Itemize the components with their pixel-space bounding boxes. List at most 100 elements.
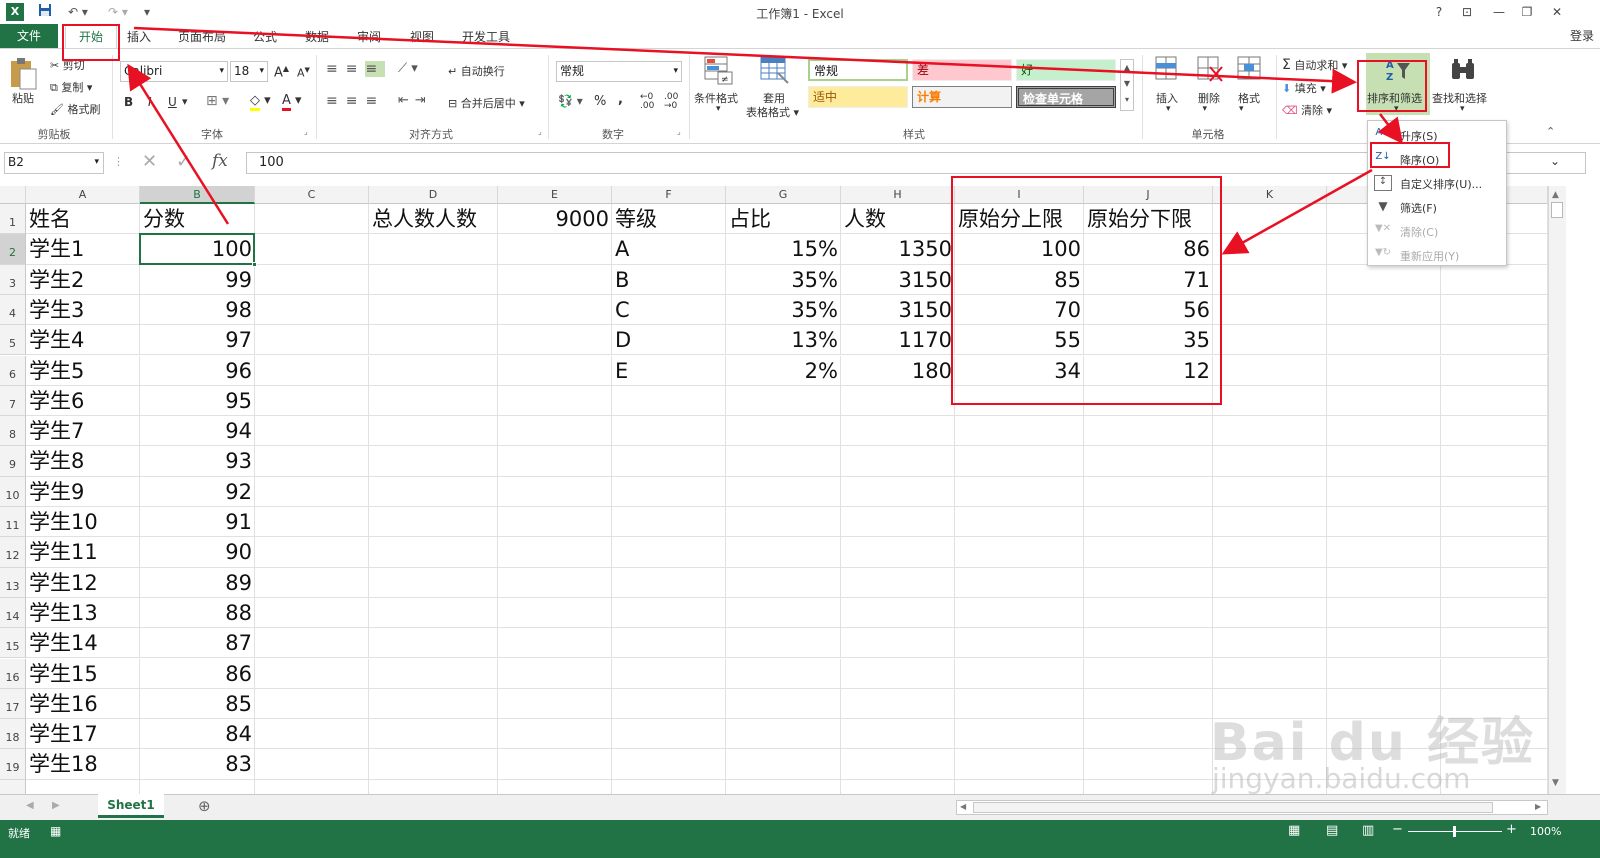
grid-cell[interactable] [612,446,726,477]
tab-file[interactable]: 文件 [0,24,58,48]
grid-cell[interactable] [498,476,612,507]
row-header[interactable]: 10 [0,476,26,507]
restore-icon[interactable]: ❐ [1516,3,1538,21]
grid-cell[interactable] [955,476,1084,507]
cell-student-name[interactable]: 学生4 [26,325,140,355]
row-header[interactable]: 7 [0,385,26,417]
cell-student-score[interactable]: 93 [140,446,255,476]
row-header[interactable]: 9 [0,446,26,477]
comma-button[interactable]: , [618,92,623,107]
grid-cell[interactable] [1213,446,1327,477]
cell-student-score[interactable]: 86 [140,659,255,689]
grid-cell[interactable] [612,719,726,750]
decrease-decimal-icon[interactable]: .00 →0 [664,93,678,111]
grid-cell[interactable] [612,537,726,568]
grid-cell[interactable] [1441,294,1548,326]
grid-cell[interactable] [1441,325,1548,356]
scroll-down-icon[interactable]: ▼ [1552,778,1559,788]
grid-cell[interactable] [498,567,612,598]
font-size-select[interactable]: 18 ▾ [230,61,268,82]
percent-button[interactable]: % [594,94,606,109]
grid-cell[interactable] [498,749,612,780]
cell-student-score[interactable]: 95 [140,386,255,416]
grid-cell[interactable] [1213,264,1327,295]
grid-cell[interactable] [369,476,498,507]
zoom-in-icon[interactable]: + [1506,822,1517,837]
grid-cell[interactable] [1084,749,1213,780]
indent-icons[interactable]: ⇤⇥ [398,93,432,108]
grid-cell[interactable] [612,567,726,598]
grid-cell[interactable] [1441,264,1548,295]
cell-ratio[interactable]: 13% [726,325,841,355]
grid-cell[interactable] [612,385,726,417]
grid-cell[interactable] [955,537,1084,568]
zoom-level[interactable]: 100% [1530,825,1561,838]
grid-cell[interactable] [1084,779,1213,794]
grid-cell[interactable] [1213,385,1327,417]
row-header[interactable]: 12 [0,537,26,568]
row-header[interactable]: 5 [0,325,26,356]
grid-cell[interactable] [1327,355,1441,386]
grid-cell[interactable] [1213,325,1327,356]
row-header[interactable]: 8 [0,416,26,447]
shrink-font-icon[interactable]: A▼ [297,66,310,80]
grid-cell[interactable] [255,294,369,326]
grid-cell[interactable] [255,204,369,235]
grid-cell[interactable] [1213,658,1327,689]
grid-cell[interactable] [1213,355,1327,386]
grid-cell[interactable] [255,628,369,659]
grid-cell[interactable] [369,355,498,386]
row-header[interactable]: 17 [0,688,26,720]
cell-header-name[interactable]: 姓名 [26,204,140,234]
row-header[interactable]: 1 [0,204,26,235]
grid-cell[interactable] [612,688,726,720]
cell-ratio[interactable]: 35% [726,265,841,295]
cell-student-score[interactable]: 96 [140,356,255,386]
cell-student-score[interactable]: 91 [140,507,255,537]
tab-formulas[interactable]: 公式 [253,28,277,45]
cell-student-name[interactable]: 学生7 [26,416,140,446]
cell-count[interactable]: 3150 [841,265,955,295]
grid-cell[interactable] [369,294,498,326]
grid-cell[interactable] [955,416,1084,447]
cell-student-score[interactable]: 83 [140,749,255,779]
grid-cell[interactable] [498,597,612,629]
grid-cell[interactable] [1213,628,1327,659]
grid-cell[interactable] [255,416,369,447]
grid-cell[interactable] [1327,325,1441,356]
column-header[interactable]: K [1213,186,1327,204]
column-header[interactable]: C [255,186,369,204]
sheet-tab-sheet1[interactable]: Sheet1 [98,794,164,818]
style-bad[interactable]: 差 [912,59,1012,81]
sheet-nav-prev-icon[interactable]: ◀ [26,800,34,811]
grid-cell[interactable] [841,507,955,538]
grid-cell[interactable] [1327,597,1441,629]
grid-cell[interactable] [369,719,498,750]
cell-student-score[interactable]: 88 [140,598,255,628]
grid-cell[interactable] [1441,416,1548,447]
cell-grade[interactable]: E [612,356,726,386]
cell-total-value[interactable]: 9000 [498,204,612,234]
grid-cell[interactable] [726,446,841,477]
alignment-dialog-icon[interactable]: ⌟ [538,127,542,136]
grid-cell[interactable] [498,628,612,659]
grid-cell[interactable] [255,688,369,720]
grid-cell[interactable] [369,658,498,689]
grow-font-icon[interactable]: A▲ [274,64,289,80]
styles-scroll[interactable]: ▲ ▼ ▾ [1120,59,1134,111]
grid-cell[interactable] [369,567,498,598]
menu-custom-sort[interactable]: 自定义排序(U)... [1400,176,1482,192]
cell-student-name[interactable]: 学生3 [26,295,140,325]
grid-cell[interactable] [1213,234,1327,265]
cell-grade[interactable]: A [612,234,726,264]
grid-cell[interactable] [255,567,369,598]
style-calculation[interactable]: 计算 [912,86,1012,108]
grid-cell[interactable] [255,749,369,780]
grid-cell[interactable] [1441,537,1548,568]
vertical-scrollbar[interactable]: ▲ ▼ [1548,186,1566,794]
table-format-label-2[interactable]: 表格格式 ▾ [746,104,799,120]
cell-student-score[interactable]: 92 [140,477,255,507]
cell-grade[interactable]: B [612,265,726,295]
grid-cell[interactable] [955,628,1084,659]
grid-cell[interactable] [1213,294,1327,326]
